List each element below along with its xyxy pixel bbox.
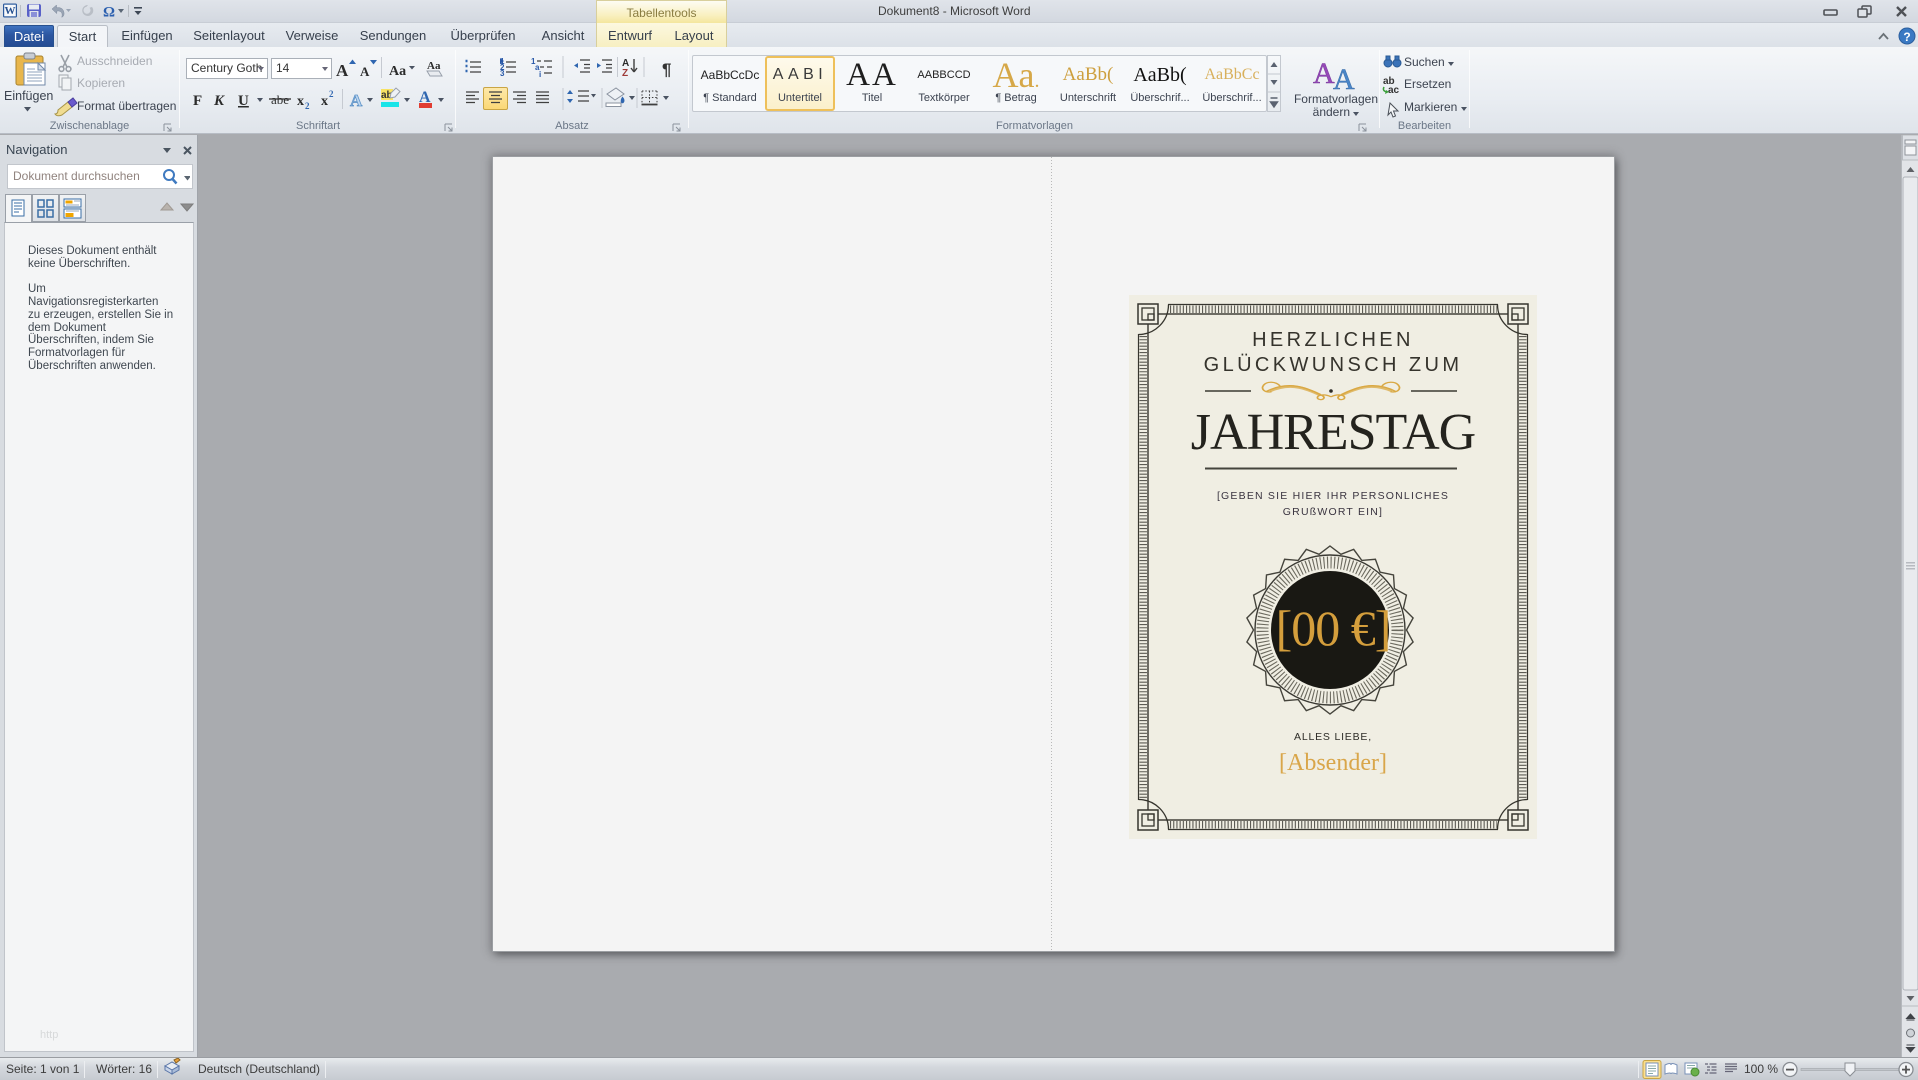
svg-text:x: x: [321, 94, 328, 109]
svg-text:Einfügen: Einfügen: [4, 89, 53, 103]
svg-text:A: A: [1313, 57, 1335, 90]
svg-text:2: 2: [305, 101, 310, 111]
svg-text:3: 3: [500, 69, 505, 78]
svg-text:U: U: [238, 93, 249, 109]
svg-text:?: ?: [1903, 30, 1910, 44]
svg-text:¶: ¶: [662, 60, 671, 79]
svg-text:K: K: [213, 93, 225, 109]
svg-text:A: A: [360, 64, 370, 79]
svg-text:A: A: [350, 91, 363, 110]
svg-text:F: F: [193, 93, 202, 109]
svg-text:Aa: Aa: [389, 64, 406, 79]
svg-text:Format übertragen: Format übertragen: [77, 99, 176, 113]
svg-text:A: A: [336, 61, 349, 80]
svg-text:2: 2: [329, 89, 334, 99]
svg-text:x: x: [297, 94, 304, 109]
svg-text:Aa: Aa: [427, 60, 441, 72]
svg-text:Kopieren: Kopieren: [77, 76, 125, 90]
svg-text:Ausschneiden: Ausschneiden: [77, 54, 152, 68]
svg-text:ac: ac: [1388, 85, 1400, 96]
svg-text:A: A: [1333, 63, 1355, 95]
svg-text:Z: Z: [622, 68, 628, 79]
svg-text:i: i: [539, 70, 541, 79]
